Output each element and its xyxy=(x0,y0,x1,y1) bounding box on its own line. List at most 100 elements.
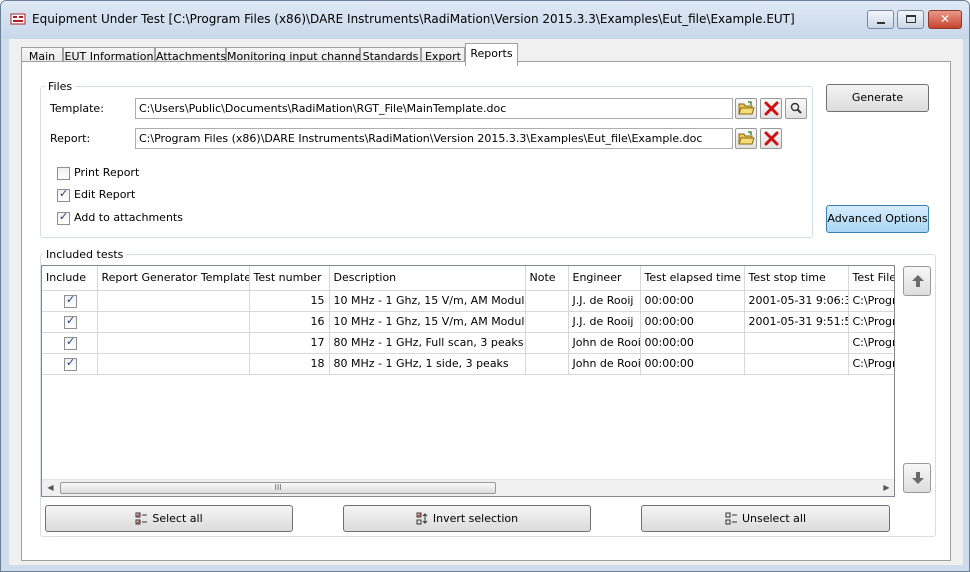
description-cell: 10 MHz - 1 Ghz, 15 V/m, AM Modulation xyxy=(329,311,526,333)
template-view-button[interactable] xyxy=(785,98,807,119)
table-row[interactable]: 18 80 MHz - 1 GHz, 1 side, 3 peaks John … xyxy=(42,353,894,375)
include-cell[interactable] xyxy=(42,332,98,354)
invert-selection-icon xyxy=(416,512,428,524)
magnifier-icon xyxy=(790,102,802,114)
elapsed-cell: 00:00:00 xyxy=(640,353,745,375)
engineer-cell: John de Rooij xyxy=(568,332,641,354)
include-cell[interactable] xyxy=(42,311,98,333)
col-filename[interactable]: Test Filename xyxy=(848,266,894,291)
report-field[interactable]: C:\Program Files (x86)\DARE Instruments\… xyxy=(135,128,733,149)
tab-reports[interactable]: Reports xyxy=(465,43,518,66)
col-include[interactable]: Include xyxy=(42,266,98,291)
note-cell xyxy=(525,332,569,354)
table-row[interactable]: 17 80 MHz - 1 GHz, Full scan, 3 peaks Jo… xyxy=(42,332,894,354)
invert-selection-label: Invert selection xyxy=(432,512,519,525)
include-checkbox[interactable] xyxy=(64,293,77,308)
template-label: Template: xyxy=(50,102,104,115)
filename-cell: C:\Program Files xyxy=(848,353,894,375)
col-stop-time[interactable]: Test stop time xyxy=(744,266,849,291)
unselect-all-label: Unselect all xyxy=(741,512,807,525)
print-report-label: Print Report xyxy=(74,166,140,179)
col-template[interactable]: Report Generator Template xyxy=(97,266,250,291)
scroll-left-icon[interactable]: ◀ xyxy=(42,480,59,496)
col-note[interactable]: Note xyxy=(525,266,569,291)
template-cell[interactable] xyxy=(97,332,250,354)
col-elapsed[interactable]: Test elapsed time xyxy=(640,266,745,291)
title-bar[interactable]: Equipment Under Test [C:\Program Files (… xyxy=(1,1,969,39)
minimize-button[interactable] xyxy=(867,10,894,29)
engineer-cell: J.J. de Rooij xyxy=(568,290,641,312)
stop-time-cell: 2001-05-31 9:51:52 xyxy=(744,311,849,333)
description-cell: 80 MHz - 1 GHz, Full scan, 3 peaks xyxy=(329,332,526,354)
unselect-all-button[interactable]: Unselect all xyxy=(641,505,890,532)
description-cell: 80 MHz - 1 GHz, 1 side, 3 peaks xyxy=(329,353,526,375)
scroll-thumb[interactable]: III xyxy=(60,482,496,494)
note-cell xyxy=(525,290,569,312)
description-cell: 10 MHz - 1 Ghz, 15 V/m, AM Modulation xyxy=(329,290,526,312)
tests-grid[interactable]: Include Report Generator Template Test n… xyxy=(41,265,895,497)
move-up-button[interactable] xyxy=(903,266,931,296)
include-checkbox[interactable] xyxy=(64,335,77,350)
print-report-box[interactable] xyxy=(57,167,70,180)
report-label: Report: xyxy=(50,132,91,145)
unselect-all-icon xyxy=(725,512,737,524)
red-x-icon xyxy=(764,101,779,116)
add-attachments-box[interactable] xyxy=(57,210,70,225)
stop-time-cell: 2001-05-31 9:06:38 xyxy=(744,290,849,312)
maximize-button[interactable] xyxy=(897,10,924,29)
col-engineer[interactable]: Engineer xyxy=(568,266,641,291)
invert-selection-button[interactable]: Invert selection xyxy=(343,505,591,532)
col-description[interactable]: Description xyxy=(329,266,526,291)
filename-cell: C:\Program Files xyxy=(848,290,894,312)
test-number-cell: 17 xyxy=(249,332,330,354)
scroll-right-icon[interactable]: ▶ xyxy=(878,480,894,496)
close-button[interactable]: ✕ xyxy=(928,10,962,29)
close-icon: ✕ xyxy=(939,12,951,26)
stop-time-cell xyxy=(744,353,849,375)
elapsed-cell: 00:00:00 xyxy=(640,332,745,354)
horizontal-scrollbar[interactable]: ◀ III ▶ xyxy=(42,479,894,496)
template-field[interactable]: C:\Users\Public\Documents\RadiMation\RGT… xyxy=(135,98,733,119)
table-row[interactable]: 15 10 MHz - 1 Ghz, 15 V/m, AM Modulation… xyxy=(42,290,894,312)
elapsed-cell: 00:00:00 xyxy=(640,290,745,312)
engineer-cell: J.J. de Rooij xyxy=(568,311,641,333)
include-checkbox[interactable] xyxy=(64,356,77,371)
table-row[interactable]: 16 10 MHz - 1 Ghz, 15 V/m, AM Modulation… xyxy=(42,311,894,333)
select-all-button[interactable]: Select all xyxy=(45,505,293,532)
select-all-icon xyxy=(135,512,148,524)
files-group-label: Files xyxy=(45,80,76,93)
test-number-cell: 16 xyxy=(249,311,330,333)
edit-report-box[interactable] xyxy=(57,187,70,202)
edit-report-label: Edit Report xyxy=(74,188,136,201)
col-test-number[interactable]: Test number xyxy=(249,266,330,291)
advanced-options-button[interactable]: Advanced Options xyxy=(826,205,929,233)
elapsed-cell: 00:00:00 xyxy=(640,311,745,333)
minimize-icon xyxy=(877,22,885,24)
engineer-cell: John de Rooij xyxy=(568,353,641,375)
folder-open-icon xyxy=(738,101,755,115)
generate-button[interactable]: Generate xyxy=(826,84,929,112)
template-cell[interactable] xyxy=(97,353,250,375)
eut-window: Equipment Under Test [C:\Program Files (… xyxy=(0,0,970,572)
note-cell xyxy=(525,353,569,375)
window-title: Equipment Under Test [C:\Program Files (… xyxy=(32,12,795,26)
include-checkbox[interactable] xyxy=(64,314,77,329)
client-area: Main EUT Information Attachments Monitor… xyxy=(9,39,963,565)
test-number-cell: 15 xyxy=(249,290,330,312)
report-clear-button[interactable] xyxy=(760,128,782,149)
include-cell[interactable] xyxy=(42,353,98,375)
template-cell[interactable] xyxy=(97,311,250,333)
report-browse-button[interactable] xyxy=(735,128,757,149)
arrow-down-icon xyxy=(912,472,924,484)
note-cell xyxy=(525,311,569,333)
template-cell[interactable] xyxy=(97,290,250,312)
stop-time-cell xyxy=(744,332,849,354)
include-cell[interactable] xyxy=(42,290,98,312)
equipment-icon xyxy=(10,13,26,25)
select-all-label: Select all xyxy=(152,512,203,525)
template-browse-button[interactable] xyxy=(735,98,757,119)
maximize-icon xyxy=(906,15,916,23)
template-clear-button[interactable] xyxy=(760,98,782,119)
filename-cell: C:\Program Files xyxy=(848,311,894,333)
move-down-button[interactable] xyxy=(903,463,931,493)
